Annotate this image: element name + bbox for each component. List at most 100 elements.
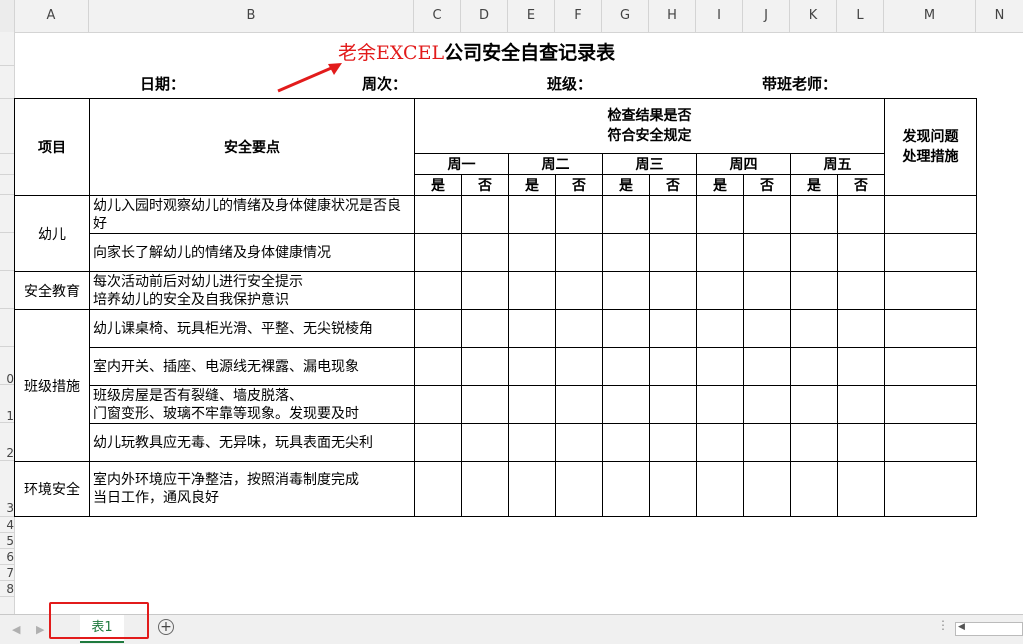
check-cell[interactable] bbox=[649, 195, 697, 234]
check-cell[interactable] bbox=[555, 385, 603, 424]
check-cell[interactable] bbox=[790, 423, 838, 462]
check-cell[interactable] bbox=[790, 385, 838, 424]
row-number[interactable]: 1 bbox=[0, 409, 14, 423]
check-cell[interactable] bbox=[649, 309, 697, 348]
check-cell[interactable] bbox=[461, 347, 509, 386]
column-header-c[interactable]: C bbox=[414, 0, 461, 32]
check-cell[interactable] bbox=[696, 195, 744, 234]
check-cell[interactable] bbox=[649, 385, 697, 424]
check-cell[interactable] bbox=[461, 461, 509, 517]
point-cell[interactable]: 向家长了解幼儿的情绪及身体健康情况 bbox=[89, 233, 415, 272]
header-yes[interactable]: 是 bbox=[508, 174, 556, 196]
check-cell[interactable] bbox=[649, 271, 697, 310]
check-cell[interactable] bbox=[602, 195, 650, 234]
column-header-e[interactable]: E bbox=[508, 0, 555, 32]
issue-cell[interactable] bbox=[884, 309, 977, 348]
check-cell[interactable] bbox=[508, 309, 556, 348]
check-cell[interactable] bbox=[743, 233, 791, 272]
issue-cell[interactable] bbox=[884, 461, 977, 517]
header-key-points[interactable]: 安全要点 bbox=[89, 98, 415, 196]
column-header-d[interactable]: D bbox=[461, 0, 508, 32]
check-cell[interactable] bbox=[555, 347, 603, 386]
check-cell[interactable] bbox=[414, 195, 462, 234]
header-yes[interactable]: 是 bbox=[790, 174, 838, 196]
column-header-b[interactable]: B bbox=[89, 0, 414, 32]
check-cell[interactable] bbox=[461, 309, 509, 348]
point-cell[interactable]: 幼儿课桌椅、玩具柜光滑、平整、无尖锐棱角 bbox=[89, 309, 415, 348]
check-cell[interactable] bbox=[555, 309, 603, 348]
column-header-l[interactable]: L bbox=[837, 0, 884, 32]
check-cell[interactable] bbox=[555, 461, 603, 517]
check-cell[interactable] bbox=[837, 195, 885, 234]
check-cell[interactable] bbox=[696, 233, 744, 272]
check-cell[interactable] bbox=[414, 233, 462, 272]
check-cell[interactable] bbox=[696, 271, 744, 310]
check-cell[interactable] bbox=[649, 233, 697, 272]
column-header-j[interactable]: J bbox=[743, 0, 790, 32]
column-header-a[interactable]: A bbox=[14, 0, 89, 32]
check-cell[interactable] bbox=[790, 233, 838, 272]
check-cell[interactable] bbox=[790, 347, 838, 386]
check-cell[interactable] bbox=[696, 461, 744, 517]
check-cell[interactable] bbox=[461, 233, 509, 272]
check-cell[interactable] bbox=[649, 347, 697, 386]
row-number[interactable]: 4 bbox=[0, 518, 14, 532]
header-tuesday[interactable]: 周二 bbox=[508, 153, 603, 175]
point-cell[interactable]: 幼儿玩教具应无毒、无异味，玩具表面无尖利 bbox=[89, 423, 415, 462]
check-cell[interactable] bbox=[696, 385, 744, 424]
check-cell[interactable] bbox=[743, 271, 791, 310]
check-cell[interactable] bbox=[837, 461, 885, 517]
check-cell[interactable] bbox=[508, 423, 556, 462]
check-cell[interactable] bbox=[602, 347, 650, 386]
column-header-n[interactable]: N bbox=[976, 0, 1023, 32]
point-cell[interactable]: 室内外环境应干净整洁，按照消毒制度完成 当日工作，通风良好 bbox=[89, 461, 415, 517]
header-yes[interactable]: 是 bbox=[696, 174, 744, 196]
check-cell[interactable] bbox=[602, 309, 650, 348]
row-number[interactable]: 5 bbox=[0, 534, 14, 548]
header-no[interactable]: 否 bbox=[743, 174, 791, 196]
issue-cell[interactable] bbox=[884, 195, 977, 234]
scroll-left-icon[interactable]: ◀ bbox=[958, 622, 965, 632]
row-number[interactable]: 0 bbox=[0, 372, 14, 386]
header-yes[interactable]: 是 bbox=[414, 174, 462, 196]
check-cell[interactable] bbox=[837, 347, 885, 386]
check-cell[interactable] bbox=[555, 271, 603, 310]
check-cell[interactable] bbox=[461, 195, 509, 234]
check-cell[interactable] bbox=[508, 233, 556, 272]
header-thursday[interactable]: 周四 bbox=[696, 153, 791, 175]
check-cell[interactable] bbox=[414, 423, 462, 462]
check-cell[interactable] bbox=[602, 385, 650, 424]
header-project[interactable]: 项目 bbox=[14, 98, 90, 196]
check-cell[interactable] bbox=[696, 309, 744, 348]
check-cell[interactable] bbox=[790, 309, 838, 348]
check-cell[interactable] bbox=[461, 423, 509, 462]
column-header-i[interactable]: I bbox=[696, 0, 743, 32]
check-cell[interactable] bbox=[837, 423, 885, 462]
check-cell[interactable] bbox=[837, 309, 885, 348]
check-cell[interactable] bbox=[696, 347, 744, 386]
header-no[interactable]: 否 bbox=[649, 174, 697, 196]
category-environment[interactable]: 环境安全 bbox=[14, 461, 90, 517]
check-cell[interactable] bbox=[602, 233, 650, 272]
check-cell[interactable] bbox=[743, 385, 791, 424]
header-no[interactable]: 否 bbox=[461, 174, 509, 196]
row-number[interactable]: 6 bbox=[0, 550, 14, 564]
check-cell[interactable] bbox=[790, 271, 838, 310]
issue-cell[interactable] bbox=[884, 385, 977, 424]
row-number[interactable]: 3 bbox=[0, 501, 14, 515]
check-cell[interactable] bbox=[602, 271, 650, 310]
check-cell[interactable] bbox=[461, 271, 509, 310]
add-sheet-icon[interactable]: + bbox=[158, 619, 174, 635]
header-issues[interactable]: 发现问题 处理措施 bbox=[884, 98, 977, 196]
point-cell[interactable]: 室内开关、插座、电源线无裸露、漏电现象 bbox=[89, 347, 415, 386]
check-cell[interactable] bbox=[555, 233, 603, 272]
check-cell[interactable] bbox=[649, 461, 697, 517]
column-header-m[interactable]: M bbox=[884, 0, 976, 32]
column-header-h[interactable]: H bbox=[649, 0, 696, 32]
header-monday[interactable]: 周一 bbox=[414, 153, 509, 175]
row-number[interactable]: 2 bbox=[0, 446, 14, 460]
issue-cell[interactable] bbox=[884, 233, 977, 272]
column-header-g[interactable]: G bbox=[602, 0, 649, 32]
column-header-k[interactable]: K bbox=[790, 0, 837, 32]
check-cell[interactable] bbox=[508, 195, 556, 234]
